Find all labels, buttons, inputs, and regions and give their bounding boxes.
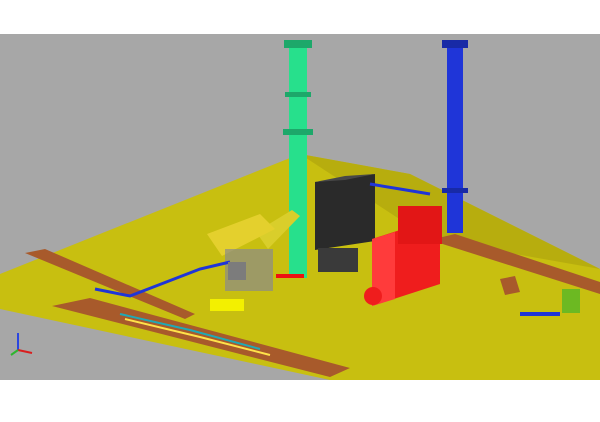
plant-3d-scene[interactable]	[0, 34, 600, 380]
stack-blue-ring-top	[442, 40, 468, 48]
stack-green-ring-low	[285, 92, 311, 97]
equipment-green-structure	[562, 289, 580, 313]
axis-x	[17, 349, 33, 354]
stack-green	[289, 40, 307, 278]
equipment-right-blue	[520, 312, 560, 316]
3d-viewport[interactable]	[0, 34, 600, 380]
stack-blue-ring-mid	[442, 188, 468, 193]
axis-y	[10, 349, 19, 356]
axis-triad-icon	[10, 333, 33, 356]
bottom-white-margin	[0, 380, 600, 422]
stack-green-ring-mid	[283, 129, 313, 135]
equipment-yellow-tank	[210, 299, 244, 311]
equipment-grey-tank	[228, 262, 246, 280]
shelter-red	[276, 274, 304, 278]
stack-green-ring-top	[284, 40, 312, 48]
stack-blue	[447, 40, 463, 233]
building-base-stand	[318, 248, 358, 272]
main-building	[315, 174, 375, 250]
red-fan	[364, 287, 382, 305]
hrsg-red-upper	[398, 206, 442, 244]
